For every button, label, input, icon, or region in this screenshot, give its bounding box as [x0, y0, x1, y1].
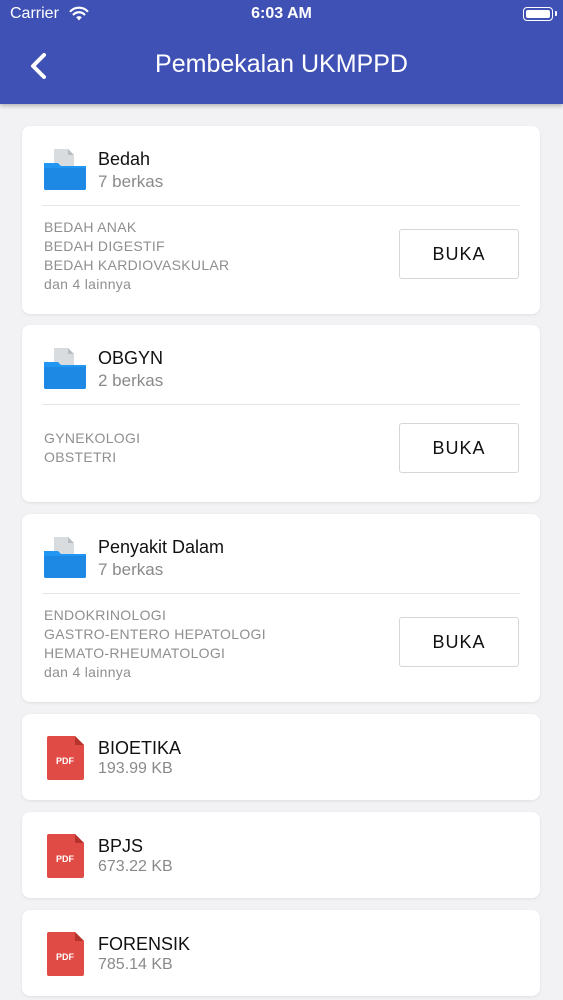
folder-card-obgyn[interactable]: OBGYN 2 berkas GYNEKOLOGI OBSTETRI BUKA — [22, 325, 540, 502]
battery-icon — [523, 7, 557, 21]
file-size: 673.22 KB — [98, 858, 173, 875]
subfolder-item: HEMATO-RHEUMATOLOGI — [44, 645, 226, 661]
folder-card-penyakit-dalam[interactable]: Penyakit Dalam 7 berkas ENDOKRINOLOGI GA… — [22, 514, 540, 702]
subfolder-item: BEDAH ANAK — [44, 219, 137, 235]
open-button[interactable]: BUKA — [399, 229, 519, 279]
pdf-label: PDF — [56, 854, 75, 864]
subfolder-item: ENDOKRINOLOGI — [44, 607, 167, 623]
status-bar: Carrier 6:03 AM — [0, 0, 563, 30]
folder-card-bedah[interactable]: Bedah 7 berkas BEDAH ANAK BEDAH DIGESTIF… — [22, 126, 540, 314]
subfolder-item: GASTRO-ENTERO HEPATOLOGI — [44, 626, 266, 642]
subfolder-list: ENDOKRINOLOGI GASTRO-ENTERO HEPATOLOGI H… — [44, 606, 266, 682]
page-title: Pembekalan UKMPPD — [155, 50, 408, 78]
divider — [42, 205, 520, 206]
pdf-file-icon: PDF — [47, 834, 84, 878]
status-time: 6:03 AM — [251, 5, 312, 22]
pdf-file-icon: PDF — [47, 932, 84, 976]
open-button[interactable]: BUKA — [399, 423, 519, 473]
pdf-file-icon: PDF — [47, 736, 84, 780]
pdf-label: PDF — [56, 756, 75, 766]
more-count: dan 4 lainnya — [44, 276, 132, 292]
open-button[interactable]: BUKA — [399, 617, 519, 667]
file-item-bpjs[interactable]: PDF BPJS 673.22 KB — [22, 812, 540, 898]
subfolder-item: BEDAH KARDIOVASKULAR — [44, 257, 230, 273]
folder-count: 7 berkas — [98, 560, 164, 579]
file-title: BIOETIKA — [98, 738, 182, 758]
subfolder-list: BEDAH ANAK BEDAH DIGESTIF BEDAH KARDIOVA… — [44, 218, 229, 294]
folder-count: 2 berkas — [98, 371, 164, 390]
file-title: BPJS — [98, 836, 144, 856]
divider — [42, 404, 520, 405]
subfolder-item: BEDAH DIGESTIF — [44, 238, 165, 254]
file-size: 193.99 KB — [98, 760, 173, 777]
divider — [42, 593, 520, 594]
subfolder-item: OBSTETRI — [44, 449, 117, 465]
file-title: FORENSIK — [98, 934, 191, 954]
more-count: dan 4 lainnya — [44, 664, 132, 680]
folder-title: Penyakit Dalam — [98, 537, 225, 557]
file-item-forensik[interactable]: PDF FORENSIK 785.14 KB — [22, 910, 540, 996]
folder-count: 7 berkas — [98, 172, 164, 191]
file-size: 785.14 KB — [98, 956, 173, 973]
folder-title: Bedah — [98, 149, 151, 169]
app-header: Carrier 6:03 AM Pembekalan UKMPPD — [0, 0, 563, 104]
subfolder-item: GYNEKOLOGI — [44, 430, 141, 446]
folder-icon — [44, 149, 86, 190]
file-item-bioetika[interactable]: PDF BIOETIKA 193.99 KB — [22, 714, 540, 800]
subfolder-list: GYNEKOLOGI OBSTETRI — [44, 429, 140, 467]
folder-title: OBGYN — [98, 348, 164, 368]
folder-icon — [44, 348, 86, 389]
folder-icon — [44, 537, 86, 578]
pdf-label: PDF — [56, 952, 75, 962]
